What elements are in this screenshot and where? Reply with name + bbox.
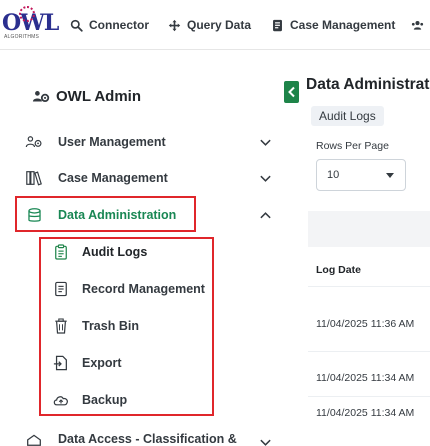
row-divider xyxy=(308,286,430,287)
row-divider xyxy=(308,351,430,352)
search-icon xyxy=(70,19,83,32)
sidebar-title: OWL Admin xyxy=(32,88,141,105)
sidebar-item-user-management[interactable]: User Management xyxy=(24,130,280,154)
shield-icon xyxy=(24,429,44,446)
move-arrows-icon xyxy=(168,19,181,31)
caret-down-icon xyxy=(386,173,394,178)
users-icon xyxy=(411,20,424,30)
table-row: 11/04/2025 11:34 AM xyxy=(316,372,415,384)
chevron-up-icon[interactable] xyxy=(259,209,272,222)
main-content: Data Administrati Audit Logs Rows Per Pa… xyxy=(284,51,430,446)
sidebar-item-data-access[interactable]: Data Access - Classification & xyxy=(24,427,280,446)
rows-per-page-label: Rows Per Page xyxy=(316,140,389,152)
chevron-down-icon[interactable] xyxy=(259,136,272,149)
books-icon xyxy=(24,168,44,188)
sidebar-item-label: Data Access - Classification & xyxy=(58,432,237,446)
nav-connector-label: Connector xyxy=(89,18,149,32)
sidebar-item-case-management[interactable]: Case Management xyxy=(24,166,280,190)
table-toolbar xyxy=(308,211,430,247)
nav-case-management-label: Case Management xyxy=(290,18,396,32)
logo-ring-icon xyxy=(19,6,35,22)
tab-audit-logs[interactable]: Audit Logs xyxy=(311,106,384,126)
owl-logo[interactable]: OWL ALGORITHMS xyxy=(2,6,59,44)
chevron-down-icon[interactable] xyxy=(259,172,272,185)
highlight-box-data-administration xyxy=(15,196,196,232)
table-row: 11/04/2025 11:34 AM xyxy=(316,407,415,419)
sidebar: OWL Admin User Management Case Managemen… xyxy=(0,51,284,446)
rows-per-page-value: 10 xyxy=(327,169,340,181)
document-icon xyxy=(273,19,282,31)
sidebar-item-label: Case Management xyxy=(58,171,168,185)
chevron-down-icon[interactable] xyxy=(259,436,272,446)
page-title: Data Administrati xyxy=(306,76,430,93)
rows-per-page-select[interactable]: 10 xyxy=(316,159,406,191)
highlight-box-subitems xyxy=(39,237,214,416)
top-navbar: OWL ALGORITHMS Connector Query Data Case… xyxy=(0,0,430,50)
nav-query-data-label: Query Data xyxy=(187,18,252,32)
sidebar-item-label: User Management xyxy=(58,135,166,149)
chevron-left-icon xyxy=(287,86,295,98)
logo-subtext: ALGORITHMS xyxy=(4,34,40,40)
row-divider xyxy=(308,396,430,397)
users-cog-icon xyxy=(24,132,44,152)
table-row: 11/04/2025 11:36 AM xyxy=(316,318,415,330)
sidebar-title-text: OWL Admin xyxy=(56,88,141,105)
nav-users[interactable] xyxy=(411,16,424,34)
nav-connector[interactable]: Connector xyxy=(70,16,149,34)
column-header-log-date[interactable]: Log Date xyxy=(316,264,361,276)
nav-query-data[interactable]: Query Data xyxy=(168,16,251,34)
users-cog-icon xyxy=(32,90,50,102)
collapse-sidebar-button[interactable] xyxy=(284,81,299,103)
nav-case-management[interactable]: Case Management xyxy=(271,16,395,34)
